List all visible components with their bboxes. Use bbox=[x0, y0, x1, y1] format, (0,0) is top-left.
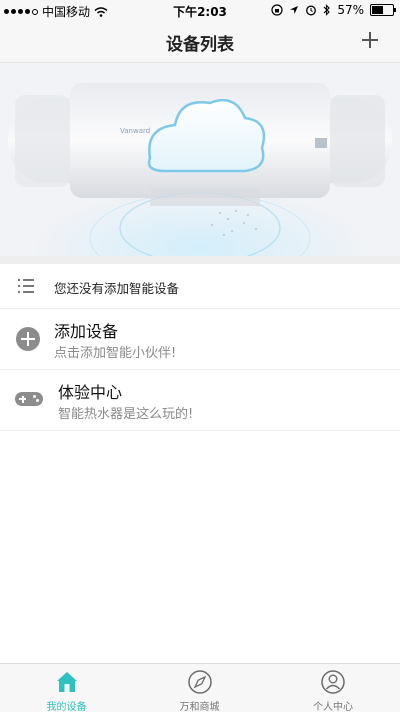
gamepad-icon bbox=[15, 392, 43, 406]
page-title: 设备列表 bbox=[166, 35, 234, 55]
add-device-subtitle: 点击添加智能小伙伴! bbox=[54, 346, 177, 361]
tab-bar: 我的设备 万和商城 个人中心 bbox=[0, 663, 400, 713]
status-right: 57% bbox=[271, 3, 396, 17]
plus-circle-icon bbox=[16, 327, 40, 351]
list-icon bbox=[18, 279, 34, 293]
experience-center-subtitle: 智能热水器是这么玩的! bbox=[58, 407, 194, 422]
alarm-icon bbox=[306, 5, 317, 16]
bluetooth-icon bbox=[323, 4, 331, 16]
user-icon bbox=[321, 670, 345, 694]
orientation-lock-icon bbox=[271, 4, 283, 16]
battery-icon bbox=[370, 4, 396, 16]
experience-center-row[interactable]: 体验中心 智能热水器是这么玩的! bbox=[0, 370, 400, 431]
banner-image: Vanward bbox=[0, 63, 400, 256]
experience-center-title: 体验中心 bbox=[58, 383, 123, 402]
home-icon bbox=[56, 672, 77, 692]
add-device-title: 添加设备 bbox=[54, 322, 119, 341]
empty-device-notice: 您还没有添加智能设备 bbox=[0, 264, 400, 309]
location-icon bbox=[290, 6, 299, 14]
nav-bar: 设备列表 bbox=[0, 20, 400, 63]
battery-percent: 57% bbox=[337, 3, 364, 17]
tab-my-devices[interactable]: 我的设备 bbox=[0, 664, 133, 713]
section-divider bbox=[0, 256, 400, 264]
notice-text: 您还没有添加智能设备 bbox=[54, 281, 180, 296]
add-device-button[interactable] bbox=[358, 28, 382, 52]
svg-text:Vanward: Vanward bbox=[120, 127, 150, 135]
water-heater-cloud-illustration: Vanward bbox=[0, 63, 400, 256]
compass-icon bbox=[187, 670, 212, 694]
status-bar: 中国移动 下午2:03 57% bbox=[0, 0, 400, 20]
tab-profile[interactable]: 个人中心 bbox=[266, 664, 400, 713]
tab-mall[interactable]: 万和商城 bbox=[133, 664, 266, 713]
add-device-row[interactable]: 添加设备 点击添加智能小伙伴! bbox=[0, 309, 400, 370]
battery-fill bbox=[372, 6, 384, 14]
